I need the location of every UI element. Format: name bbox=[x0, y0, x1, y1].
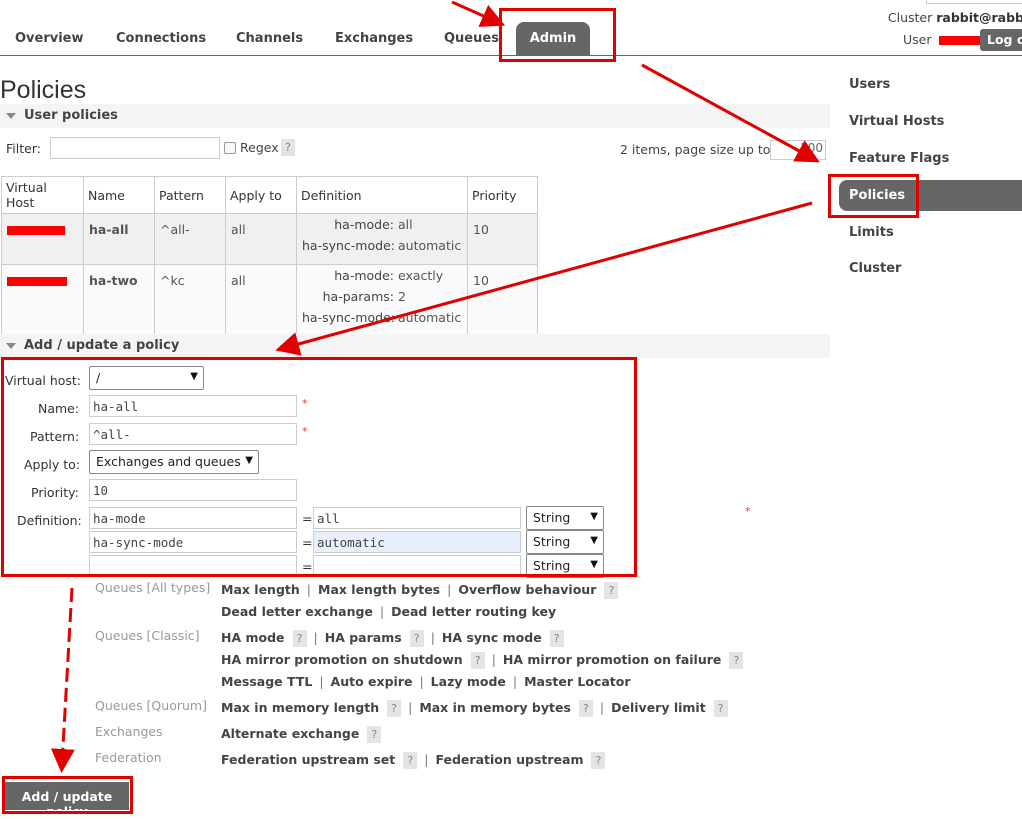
arrow-to-policies bbox=[641, 63, 820, 163]
arrow-to-form bbox=[275, 201, 813, 356]
annotation-arrows bbox=[50, 0, 820, 773]
arrow-to-submit bbox=[50, 587, 75, 773]
arrow-to-admin bbox=[451, 0, 506, 27]
